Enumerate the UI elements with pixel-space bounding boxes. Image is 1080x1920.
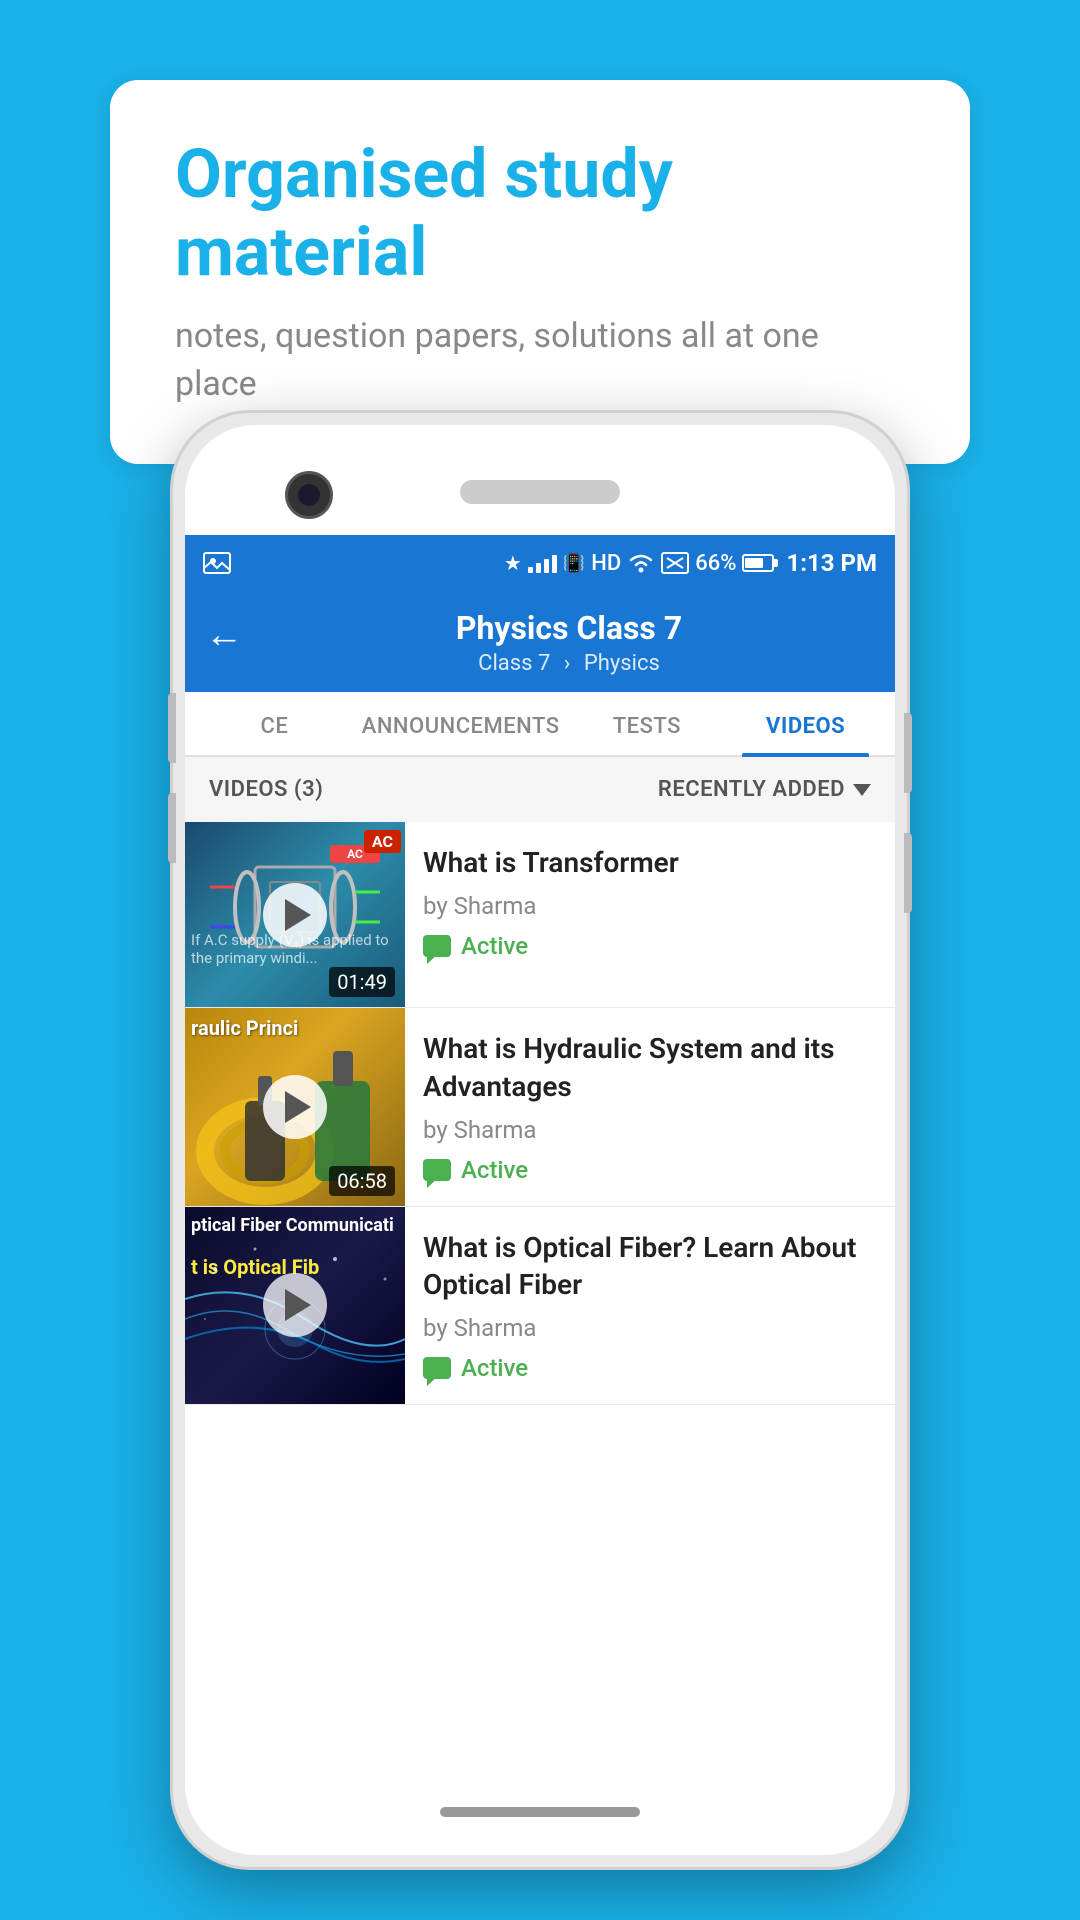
- chat-icon-2: [423, 1159, 451, 1181]
- speech-bubble: Organised study material notes, question…: [110, 80, 970, 464]
- play-triangle-icon-3: [285, 1289, 311, 1321]
- svg-text:AC: AC: [347, 847, 363, 861]
- battery-percent: 66%: [695, 551, 736, 576]
- status-time: 1:13 PM: [786, 549, 877, 577]
- breadcrumb-subject: Physics: [584, 651, 660, 676]
- video-author-2: by Sharma: [423, 1116, 877, 1144]
- video-title-3: What is Optical Fiber? Learn About Optic…: [423, 1229, 877, 1305]
- play-button-3[interactable]: [263, 1273, 327, 1337]
- tab-videos[interactable]: VIDEOS: [726, 692, 885, 755]
- status-badge-2: Active: [461, 1156, 528, 1184]
- play-triangle-icon: [285, 1091, 311, 1123]
- phone-mockup: ★ 📳 HD: [170, 410, 910, 1870]
- app-background: Organised study material notes, question…: [0, 0, 1080, 1920]
- sort-button[interactable]: RECENTLY ADDED: [658, 777, 871, 802]
- app-bar: ← Physics Class 7 Class 7 › Physics: [185, 591, 895, 692]
- signal-icon: [528, 553, 557, 573]
- filter-bar: VIDEOS (3) RECENTLY ADDED: [185, 757, 895, 822]
- video-status-1: Active: [423, 932, 877, 960]
- battery-icon: [742, 554, 774, 572]
- video-author-3: by Sharma: [423, 1314, 877, 1342]
- earpiece-speaker: [460, 480, 620, 504]
- power-button[interactable]: [904, 713, 912, 793]
- hd-badge: HD: [591, 551, 621, 576]
- home-indicator[interactable]: [440, 1807, 640, 1817]
- photo-icon: [203, 552, 231, 574]
- app-bar-title: Physics Class 7: [456, 609, 682, 647]
- screen: ★ 📳 HD: [185, 535, 895, 1795]
- hero-section: Organised study material notes, question…: [0, 0, 1080, 464]
- video-thumbnail-2: raulic Princi: [185, 1008, 405, 1206]
- video-item-3[interactable]: ptical Fiber Communicati t is Optical Fi…: [185, 1207, 895, 1406]
- volume-up-button[interactable]: [168, 693, 176, 763]
- phone-outer: ★ 📳 HD: [170, 410, 910, 1870]
- ac-badge: AC: [364, 830, 401, 853]
- front-camera: [285, 471, 333, 519]
- video-info-2: What is Hydraulic System and its Advanta…: [405, 1008, 895, 1206]
- thumb-caption-1: If A.C supply (V₁) is applied to the pri…: [191, 931, 391, 967]
- video-status-3: Active: [423, 1354, 877, 1382]
- tab-announcements[interactable]: ANNOUNCEMENTS: [354, 692, 568, 755]
- video-title-2: What is Hydraulic System and its Advanta…: [423, 1030, 877, 1106]
- status-badge-3: Active: [461, 1354, 528, 1382]
- play-button-2[interactable]: [263, 1075, 327, 1139]
- app-bar-title-group: Physics Class 7 Class 7 › Physics: [263, 609, 875, 676]
- status-bar-right: ★ 📳 HD: [504, 549, 877, 577]
- video-thumbnail-3: ptical Fiber Communicati t is Optical Fi…: [185, 1207, 405, 1405]
- network-icon: [661, 552, 689, 574]
- chat-icon-3: [423, 1357, 451, 1379]
- videos-count: VIDEOS (3): [209, 777, 323, 802]
- breadcrumb: Class 7 › Physics: [478, 651, 660, 676]
- bluetooth-icon: ★: [504, 551, 522, 575]
- status-badge-1: Active: [461, 932, 528, 960]
- video-status-2: Active: [423, 1156, 877, 1184]
- breadcrumb-separator: ›: [564, 651, 571, 676]
- video-author-1: by Sharma: [423, 892, 877, 920]
- video-list: AC AC 01:49 If A.C supply (V₁) is applie…: [185, 822, 895, 1405]
- video-info-3: What is Optical Fiber? Learn About Optic…: [405, 1207, 895, 1405]
- video-duration-1: 01:49: [329, 967, 395, 997]
- status-bar-left: [203, 552, 231, 574]
- tabs-bar: CE ANNOUNCEMENTS TESTS VIDEOS: [185, 692, 895, 757]
- bubble-subtitle: notes, question papers, solutions all at…: [175, 313, 905, 408]
- volume-down-button[interactable]: [168, 793, 176, 863]
- tab-tests[interactable]: TESTS: [568, 692, 727, 755]
- sort-label: RECENTLY ADDED: [658, 777, 845, 802]
- vibrate-icon: 📳: [563, 553, 585, 574]
- video-title-1: What is Transformer: [423, 844, 877, 882]
- play-triangle-icon-1: [285, 899, 311, 931]
- breadcrumb-class: Class 7: [478, 651, 550, 676]
- tab-ce[interactable]: CE: [195, 692, 354, 755]
- video-thumbnail-1: AC AC 01:49 If A.C supply (V₁) is applie…: [185, 822, 405, 1007]
- side-button-2: [904, 833, 912, 913]
- status-bar: ★ 📳 HD: [185, 535, 895, 591]
- video-duration-2: 06:58: [329, 1166, 395, 1196]
- back-button[interactable]: ←: [205, 613, 243, 657]
- video-item-1[interactable]: AC AC 01:49 If A.C supply (V₁) is applie…: [185, 822, 895, 1008]
- bubble-title: Organised study material: [175, 135, 905, 291]
- chevron-down-icon: [853, 784, 871, 796]
- video-item-2[interactable]: raulic Princi: [185, 1008, 895, 1207]
- video-info-1: What is Transformer by Sharma Active: [405, 822, 895, 1007]
- phone-inner: ★ 📳 HD: [185, 425, 895, 1855]
- chat-icon-1: [423, 935, 451, 957]
- wifi-icon: [627, 552, 655, 574]
